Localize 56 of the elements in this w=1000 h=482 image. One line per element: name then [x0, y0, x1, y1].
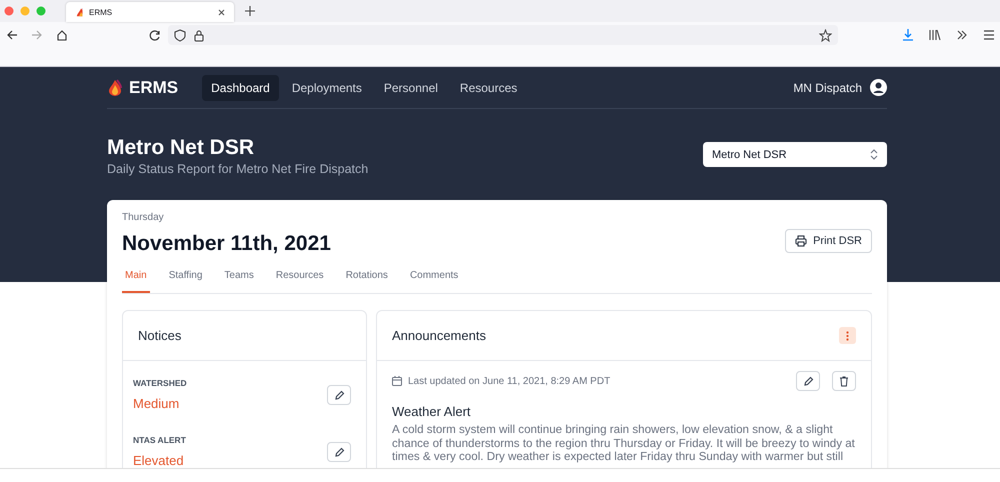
edit-button[interactable]	[327, 384, 351, 404]
edit-button[interactable]	[327, 442, 351, 462]
flame-icon	[107, 78, 123, 96]
tab[interactable]: Teams	[221, 270, 257, 293]
library-icon[interactable]	[928, 28, 942, 42]
calendar-icon	[392, 376, 402, 386]
chevron-updown-icon	[870, 149, 878, 160]
close-icon[interactable]	[217, 8, 226, 16]
shield-icon	[174, 28, 186, 42]
delete-button[interactable]	[832, 371, 856, 391]
browser-tab[interactable]: ERMS	[66, 2, 234, 22]
panel-title: Announcements	[392, 328, 486, 343]
lock-icon	[194, 28, 204, 42]
user-avatar-icon[interactable]	[870, 79, 887, 96]
download-icon[interactable]	[901, 28, 915, 42]
user-name: MN Dispatch	[793, 80, 862, 94]
panel-title: Notices	[138, 328, 182, 343]
flame-icon	[76, 8, 82, 16]
tab[interactable]: Resources	[272, 270, 327, 293]
tab[interactable]: Main	[122, 270, 150, 293]
page-subtitle: Daily Status Report for Metro Net Fire Dispatch	[107, 162, 368, 176]
last-updated-text: Last updated on June 11, 2021, 8:29 AM PDT	[408, 376, 610, 386]
announcement-text: A cold storm system will continue bringing rain showers, low elevation snow, & a slight chance of thunderstorms to the region thru Thursday or Friday. It will be breezy to windy at times & very cool. Dry weather is expected later Friday thru Sunday with warmer but still	[392, 423, 856, 464]
notice-label: WATERSHED	[133, 378, 187, 388]
notice-label: NTAS ALERT	[133, 435, 186, 445]
notice-value: Elevated	[133, 453, 185, 468]
tab[interactable]: Staffing	[166, 270, 206, 293]
edit-button[interactable]	[796, 371, 820, 391]
nav-item[interactable]: Resources	[450, 74, 526, 100]
nav-item[interactable]: Personnel	[374, 74, 447, 100]
page-title: Metro Net DSR	[107, 136, 256, 160]
brand-name: ERMS	[129, 78, 178, 98]
kebab-icon	[846, 330, 849, 340]
tab-title: ERMS	[89, 8, 114, 16]
print-button[interactable]: Print DSR	[785, 229, 872, 253]
star-icon[interactable]	[819, 28, 832, 42]
overflow-icon[interactable]	[955, 28, 969, 42]
printer-icon	[795, 235, 808, 247]
reload-icon[interactable]	[148, 28, 162, 42]
tab[interactable]: Comments	[406, 270, 462, 293]
report-select[interactable]: Metro Net DSR	[703, 142, 887, 167]
announcement-title: Weather Alert	[392, 404, 472, 419]
pencil-icon	[802, 375, 814, 387]
pencil-icon	[333, 446, 345, 458]
trash-icon	[838, 375, 850, 387]
pencil-icon	[333, 388, 345, 400]
tab[interactable]: Rotations	[342, 270, 391, 293]
notice-value: Medium	[133, 396, 180, 411]
report-date: November 11th, 2021	[122, 232, 331, 256]
home-icon[interactable]	[55, 28, 69, 42]
report-day: Thursday	[122, 212, 331, 223]
menu-icon[interactable]	[982, 28, 996, 42]
back-icon[interactable]	[5, 28, 19, 42]
nav-item[interactable]: Deployments	[282, 74, 371, 100]
nav-item[interactable]: Dashboard	[202, 74, 279, 100]
more-button[interactable]	[839, 327, 856, 344]
